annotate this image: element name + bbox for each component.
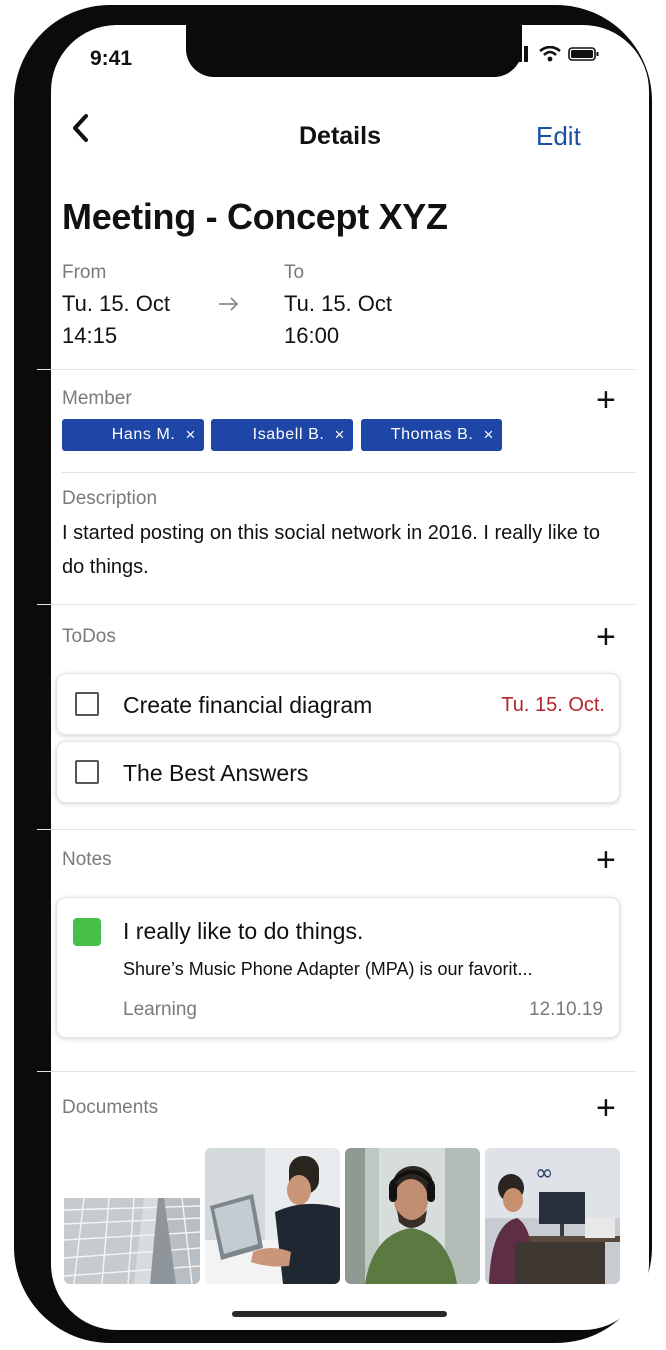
document-thumbnail-laptop[interactable] xyxy=(205,1148,340,1284)
todo-checkbox[interactable] xyxy=(75,692,99,716)
todo-due-date: Tu. 15. Oct. xyxy=(501,694,605,716)
to-time[interactable]: 16:00 xyxy=(284,320,339,352)
battery-icon xyxy=(568,47,599,61)
to-label: To xyxy=(284,262,305,283)
note-card[interactable]: I really like to do things. Shure’s Musi… xyxy=(56,897,620,1038)
man-with-headphones-photo xyxy=(345,1148,480,1284)
to-date[interactable]: Tu. 15. Oct xyxy=(284,288,392,320)
notch xyxy=(186,23,522,77)
close-icon[interactable]: × xyxy=(483,425,494,445)
edit-button[interactable]: Edit xyxy=(536,121,581,152)
todo-checkbox[interactable] xyxy=(75,760,99,784)
document-thumbnail-office[interactable]: ∞ xyxy=(485,1148,620,1284)
document-thumbnail-headphones[interactable] xyxy=(345,1148,480,1284)
member-chip-name: Hans M. xyxy=(111,426,176,443)
description-text: I started posting on this social network… xyxy=(62,522,601,578)
note-body: Shure’s Music Phone Adapter (MPA) is our… xyxy=(123,959,533,979)
from-time[interactable]: 14:15 xyxy=(62,320,117,352)
todos-label: ToDos xyxy=(62,626,116,647)
description-label: Description xyxy=(62,488,158,509)
member-chip-name: Isabell B. xyxy=(252,426,325,443)
divider xyxy=(62,472,635,473)
documents-label: Documents xyxy=(62,1097,159,1118)
back-button[interactable] xyxy=(70,112,90,150)
note-date: 12.10.19 xyxy=(529,999,603,1020)
note-category: Learning xyxy=(123,999,197,1020)
svg-text:∞: ∞ xyxy=(535,1161,553,1186)
chevron-left-icon xyxy=(73,114,88,142)
document-thumbnail-architecture[interactable] xyxy=(64,1148,200,1284)
status-time: 9:41 xyxy=(90,47,133,70)
member-chip[interactable]: Hans M. × xyxy=(62,419,204,451)
add-todo-button[interactable]: + xyxy=(596,620,616,654)
divider xyxy=(37,604,635,605)
note-title: I really like to do things. xyxy=(123,918,364,944)
arrow-right-icon xyxy=(219,297,239,311)
office-desk-photo: ∞ xyxy=(485,1148,620,1284)
notes-label: Notes xyxy=(62,849,112,870)
member-label: Member xyxy=(62,388,132,409)
architecture-photo xyxy=(64,1148,200,1284)
note-color-tag xyxy=(73,918,101,946)
todo-text: The Best Answers xyxy=(123,760,309,786)
add-note-button[interactable]: + xyxy=(596,843,616,877)
member-chip-name: Thomas B. xyxy=(390,426,474,443)
add-document-button[interactable]: + xyxy=(596,1091,616,1125)
close-icon[interactable]: × xyxy=(185,425,196,445)
divider xyxy=(37,1071,635,1072)
divider xyxy=(37,369,635,370)
member-chip[interactable]: Isabell B. × xyxy=(211,419,353,451)
todo-text: Create financial diagram xyxy=(123,692,373,718)
from-label: From xyxy=(62,262,107,283)
from-date[interactable]: Tu. 15. Oct xyxy=(62,288,170,320)
man-with-laptop-photo xyxy=(205,1148,340,1284)
todo-item[interactable]: The Best Answers xyxy=(56,741,620,803)
home-indicator[interactable] xyxy=(232,1311,447,1317)
close-icon[interactable]: × xyxy=(334,425,345,445)
event-title: Meeting - Concept XYZ xyxy=(62,196,448,237)
todo-item[interactable]: Create financial diagram Tu. 15. Oct. xyxy=(56,673,620,735)
divider xyxy=(37,829,635,830)
member-chip[interactable]: Thomas B. × xyxy=(361,419,502,451)
add-member-button[interactable]: + xyxy=(596,383,616,417)
wifi-icon xyxy=(539,46,561,62)
page-title: Details xyxy=(299,122,381,150)
